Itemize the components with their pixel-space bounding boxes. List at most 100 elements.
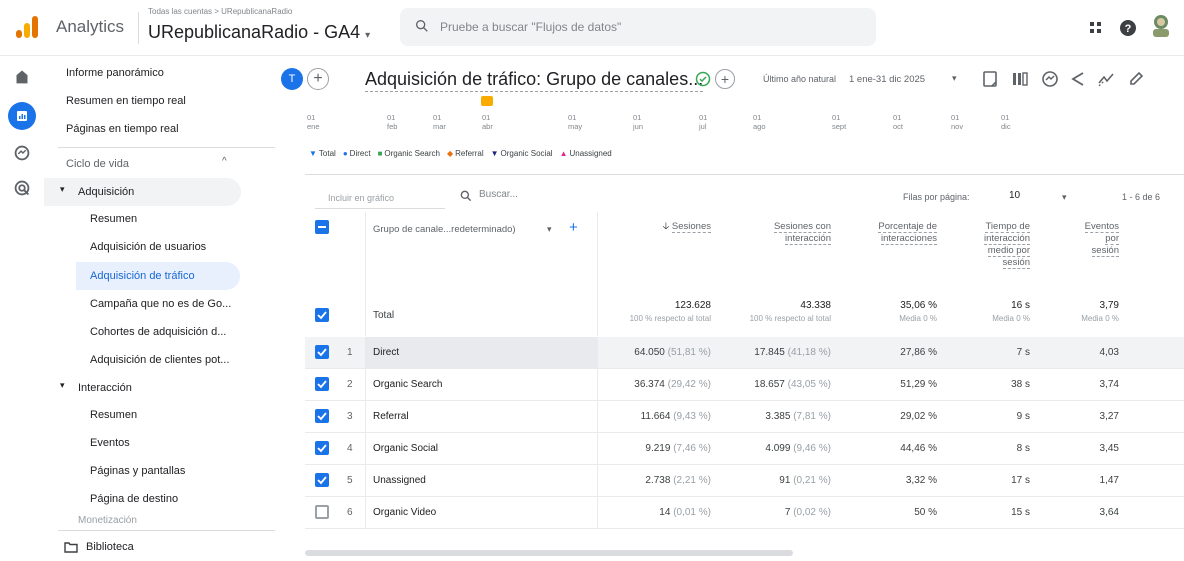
nav-adquisicion-trafico[interactable]: Adquisición de tráfico bbox=[90, 264, 195, 288]
channel-name[interactable]: Organic Social bbox=[373, 443, 438, 454]
engaged-sessions-header[interactable]: Sesiones con interacción bbox=[751, 221, 831, 245]
nav-resumen-tiempo-real[interactable]: Resumen en tiempo real bbox=[66, 89, 186, 113]
nav-int-resumen[interactable]: Resumen bbox=[90, 403, 137, 427]
channel-name[interactable]: Organic Video bbox=[373, 507, 436, 518]
nav-adquisicion-usuarios[interactable]: Adquisición de usuarios bbox=[90, 235, 206, 259]
nav-monetizacion[interactable]: Monetización bbox=[78, 514, 137, 526]
row-checkbox[interactable] bbox=[315, 377, 329, 391]
add-filter-button[interactable]: + bbox=[715, 69, 735, 89]
engaged-cell: 7 (0,02 %) bbox=[785, 507, 831, 518]
user-avatar-icon[interactable] bbox=[1150, 12, 1172, 38]
brand-label[interactable]: Analytics bbox=[56, 17, 124, 37]
account-selector[interactable]: URepublicanaRadio - GA4 ▾ bbox=[148, 22, 370, 43]
row-index: 2 bbox=[347, 379, 353, 390]
add-comparison-button[interactable]: + bbox=[307, 68, 329, 90]
add-dimension-button[interactable]: + bbox=[569, 219, 578, 236]
reports-icon[interactable] bbox=[8, 102, 36, 130]
events-per-session-header[interactable]: Eventos por sesión bbox=[1061, 221, 1119, 257]
row-checkbox[interactable] bbox=[315, 345, 329, 359]
engaged-pct: (0,21 %) bbox=[793, 475, 831, 486]
nav-cohortes[interactable]: Cohortes de adquisición d... bbox=[90, 320, 226, 344]
trend-icon[interactable] bbox=[1095, 68, 1117, 90]
nav-interaccion[interactable]: Interacción bbox=[78, 376, 132, 400]
table-row[interactable]: 2 Organic Search 36.374 (29,42 %) 18.657 (4… bbox=[305, 369, 1184, 401]
expand-icon[interactable]: ▾ bbox=[60, 184, 65, 195]
table-row[interactable]: 4 Organic Social 9.219 (7,46 %) 4.099 (9,46… bbox=[305, 433, 1184, 465]
table-row[interactable]: 6 Organic Video 14 (0,01 %) 7 (0,02 %) 50 % 1… bbox=[305, 497, 1184, 529]
analytics-logo-icon[interactable] bbox=[14, 14, 40, 40]
share-icon[interactable] bbox=[1067, 68, 1089, 90]
table-row[interactable]: 1 Direct 64.050 (51,81 %) 17.845 (41,18 %) 2… bbox=[305, 337, 1184, 369]
select-all-checkbox[interactable] bbox=[315, 220, 329, 234]
nav-adq-resumen[interactable]: Resumen bbox=[90, 207, 137, 231]
table-row[interactable]: 3 Referral 11.664 (9,43 %) 3.385 (7,81 %) 29… bbox=[305, 401, 1184, 433]
legend-item[interactable]: ◆ Referral bbox=[447, 149, 484, 158]
comparison-avatar[interactable]: T bbox=[281, 68, 303, 90]
rows-per-page-select[interactable]: 10 bbox=[1009, 190, 1020, 201]
nav-campana[interactable]: Campaña que no es de Go... bbox=[90, 292, 231, 316]
legend-marker-icon: ▼ bbox=[309, 149, 317, 158]
explore-icon[interactable] bbox=[11, 142, 33, 164]
nav-paginas-tiempo-real[interactable]: Páginas en tiempo real bbox=[66, 117, 179, 141]
insights-icon[interactable] bbox=[1039, 68, 1061, 90]
apps-grid-icon[interactable] bbox=[1086, 16, 1106, 38]
total-label: Total bbox=[373, 310, 395, 321]
legend-item[interactable]: ● Direct bbox=[343, 149, 371, 158]
date-range-value[interactable]: 1 ene-31 dic 2025 bbox=[849, 74, 925, 85]
row-checkbox[interactable] bbox=[315, 441, 329, 455]
table-search-input[interactable]: Buscar... bbox=[479, 189, 518, 200]
legend-item[interactable]: ■ Organic Search bbox=[378, 149, 440, 158]
sessions-header[interactable]: 🡣 Sesiones bbox=[633, 221, 711, 233]
advertising-icon[interactable] bbox=[11, 177, 33, 199]
channel-name[interactable]: Direct bbox=[373, 347, 399, 358]
home-icon[interactable] bbox=[11, 65, 33, 87]
channel-name[interactable]: Organic Search bbox=[373, 379, 442, 390]
legend-label: Total bbox=[318, 149, 336, 158]
check-circle-icon[interactable] bbox=[695, 71, 711, 87]
edit-icon[interactable] bbox=[1125, 68, 1147, 90]
help-icon[interactable]: ? bbox=[1118, 16, 1138, 38]
channel-name[interactable]: Unassigned bbox=[373, 475, 426, 486]
nav-biblioteca[interactable]: Biblioteca bbox=[86, 535, 134, 559]
include-in-chart-input[interactable]: Incluir en gráfico bbox=[315, 187, 445, 209]
row-checkbox[interactable] bbox=[315, 505, 329, 519]
nav-section-ciclo-de-vida[interactable]: Ciclo de vida bbox=[66, 152, 129, 176]
row-checkbox[interactable] bbox=[315, 409, 329, 423]
nav-clientes-potenciales[interactable]: Adquisición de clientes pot... bbox=[90, 348, 229, 372]
legend-item[interactable]: ▼ Total bbox=[309, 149, 336, 158]
chevron-down-icon[interactable]: ▾ bbox=[1062, 192, 1067, 203]
horizontal-scrollbar[interactable] bbox=[305, 550, 793, 556]
search-input[interactable]: Pruebe a buscar "Flujos de datos" bbox=[400, 8, 876, 46]
legend-item[interactable]: ▼ Organic Social bbox=[491, 149, 553, 158]
nav-eventos[interactable]: Eventos bbox=[90, 431, 130, 455]
time-header-l3: medio por bbox=[987, 245, 1030, 257]
total-events-value: 3,79 bbox=[1099, 300, 1119, 311]
chevron-down-icon[interactable]: ▾ bbox=[952, 73, 957, 84]
nav-informe-panoramico[interactable]: Informe panorámico bbox=[66, 61, 164, 85]
chevron-down-icon[interactable]: ▾ bbox=[547, 224, 552, 235]
nav-adquisicion[interactable]: Adquisición bbox=[78, 180, 134, 204]
account-breadcrumb[interactable]: Todas las cuentas > URepublicanaRadio bbox=[148, 7, 292, 16]
total-checkbox[interactable] bbox=[315, 308, 329, 322]
date-range-label[interactable]: Último año natural bbox=[763, 74, 836, 84]
expand-icon[interactable]: ▾ bbox=[60, 380, 65, 391]
engaged-pct: (7,81 %) bbox=[793, 411, 831, 422]
sessions-value: 14 bbox=[659, 507, 671, 518]
sessions-pct: (2,21 %) bbox=[673, 475, 711, 486]
dimension-selector[interactable]: Grupo de canale...redeterminado) bbox=[373, 224, 516, 235]
x-tick-month: sept bbox=[832, 122, 847, 131]
chevron-up-icon[interactable]: ^ bbox=[222, 156, 227, 167]
nav-pagina-destino[interactable]: Página de destino bbox=[90, 487, 178, 511]
avg-engagement-time-header[interactable]: Tiempo de interacción medio por sesión bbox=[965, 221, 1030, 269]
sessions-cell: 9.219 (7,46 %) bbox=[645, 443, 711, 454]
customize-report-icon[interactable] bbox=[979, 68, 1001, 90]
nav-divider bbox=[58, 530, 278, 531]
row-checkbox[interactable] bbox=[315, 473, 329, 487]
legend-item[interactable]: ▲ Unassigned bbox=[560, 149, 612, 158]
nav-paginas-pantallas[interactable]: Páginas y pantallas bbox=[90, 459, 185, 483]
channel-name[interactable]: Referral bbox=[373, 411, 409, 422]
annotation-icon[interactable] bbox=[481, 96, 493, 106]
engagement-rate-header[interactable]: Porcentaje de interacciones bbox=[855, 221, 937, 245]
table-row[interactable]: 5 Unassigned 2.738 (2,21 %) 91 (0,21 %) 3,32… bbox=[305, 465, 1184, 497]
compare-icon[interactable] bbox=[1009, 68, 1031, 90]
